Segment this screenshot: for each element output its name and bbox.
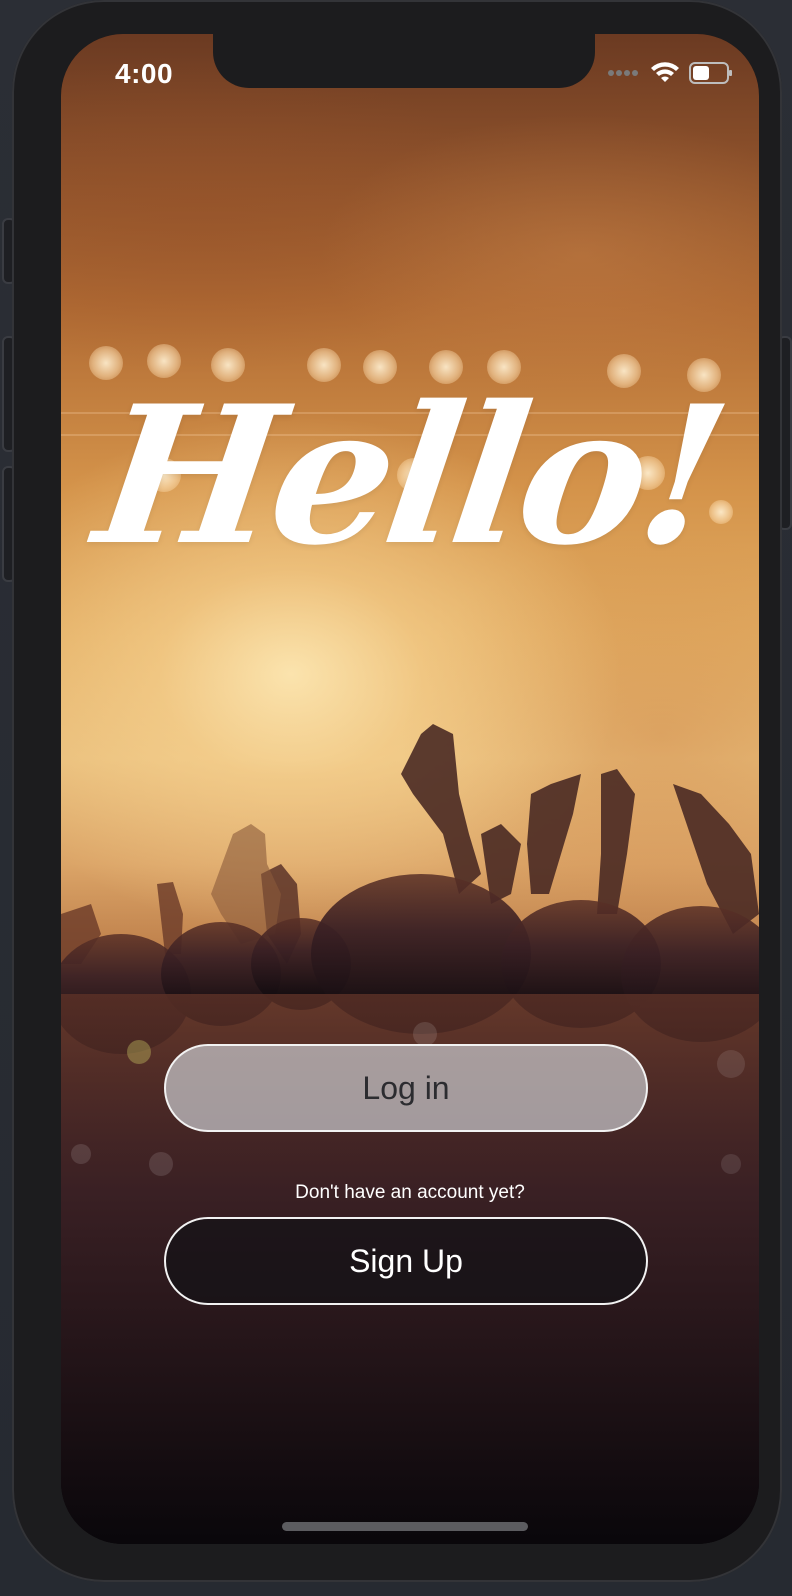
notch <box>213 34 595 88</box>
no-account-prompt: Don't have an account yet? <box>295 1182 525 1203</box>
home-indicator <box>282 1522 528 1531</box>
signal-dots-icon <box>608 70 638 76</box>
phone-frame: 4:00 Hello! Log in Don't have an account… <box>12 0 782 1582</box>
crowd-silhouette <box>61 724 759 1544</box>
wifi-icon <box>651 62 679 82</box>
login-button[interactable]: Log in <box>164 1044 648 1132</box>
signup-button[interactable]: Sign Up <box>164 1217 648 1305</box>
status-time: 4:00 <box>115 58 174 89</box>
status-icons <box>607 62 733 84</box>
app-screen: 4:00 Hello! Log in Don't have an account… <box>61 34 759 1544</box>
battery-icon <box>689 62 732 84</box>
hello-title: Hello! <box>84 364 736 587</box>
